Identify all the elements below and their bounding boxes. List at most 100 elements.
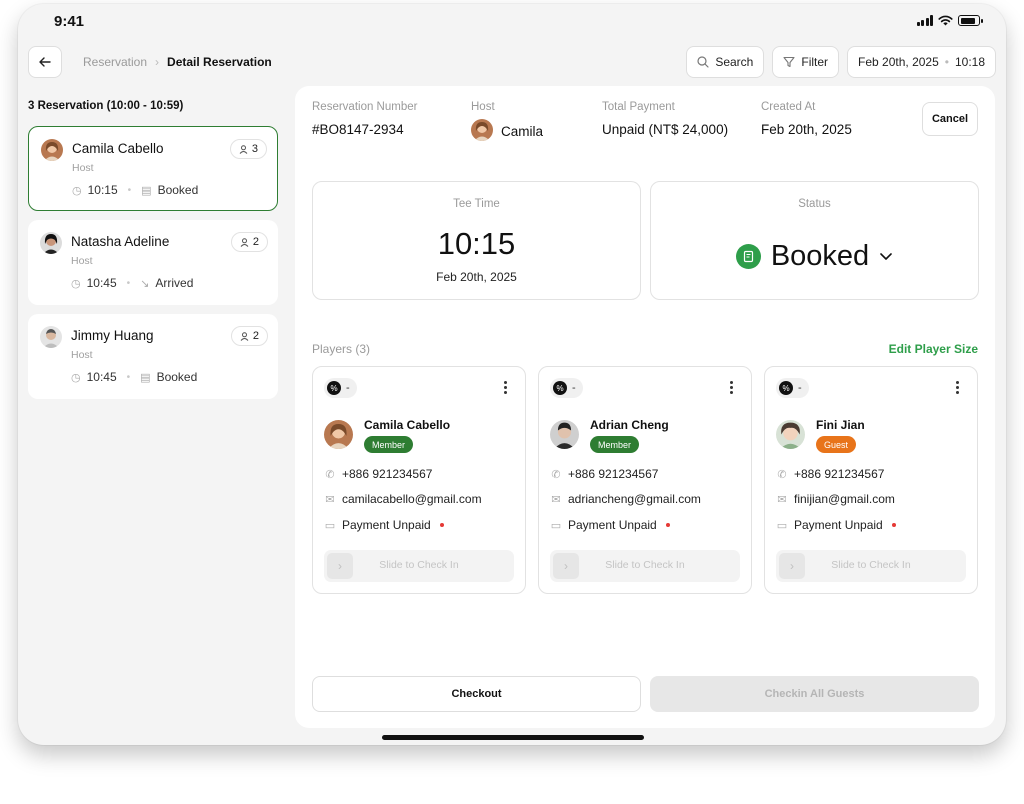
reservation-detail-panel: Reservation Number #BO8147-2934 Host Cam… (295, 86, 995, 728)
mail-icon: ✉ (551, 493, 561, 506)
reservation-meta: ◷ 10:45 • ↘ Arrived (71, 276, 193, 290)
unpaid-indicator (439, 523, 444, 527)
top-bar: Reservation › Detail Reservation Search … (28, 46, 996, 78)
reservation-card-natasha[interactable]: Natasha Adeline Host 2 ◷ 10:45 • ↘ Arriv… (28, 220, 278, 305)
checkin-all-guests-button[interactable]: Checkin All Guests (650, 676, 979, 712)
host-name: Camila (501, 124, 544, 139)
party-size: 2 (252, 236, 259, 248)
created-at-label: Created At (761, 101, 816, 113)
time-label: 10:18 (954, 55, 985, 69)
mail-icon: ✉ (777, 493, 787, 506)
filter-button[interactable]: Filter (772, 46, 840, 78)
separator-dot: • (127, 184, 132, 196)
arrow-left-icon (39, 57, 51, 67)
more-vertical-icon[interactable] (947, 377, 967, 397)
back-button[interactable] (28, 46, 62, 78)
more-vertical-icon[interactable] (721, 377, 741, 397)
slide-label: Slide to Check In (831, 559, 911, 571)
filter-icon (783, 56, 795, 68)
user-icon (239, 144, 248, 154)
player-payment: ▭ Payment Unpaid (324, 518, 444, 532)
percent-icon: % (553, 381, 567, 395)
party-size-badge: 2 (230, 326, 268, 346)
reservation-card-jimmy[interactable]: Jimmy Huang Host 2 ◷ 10:45 • ▤ Booked (28, 314, 278, 399)
status-card[interactable]: Status Booked (650, 181, 979, 300)
checkout-button[interactable]: Checkout (312, 676, 641, 712)
reservation-number-field: Reservation Number #BO8147-2934 (312, 101, 417, 137)
tee-time-value: 10:15 (437, 226, 516, 261)
reservation-meta: ◷ 10:15 • ▤ Booked (72, 183, 198, 197)
total-payment-value: Unpaid (NT$ 24,000) (602, 122, 729, 137)
wallet-icon: ▭ (776, 519, 788, 532)
player-email: ✉ adriancheng@gmail.com (550, 492, 701, 506)
host-value: Camila (471, 119, 544, 141)
percent-icon: % (779, 381, 793, 395)
member-badge: Member (590, 436, 640, 453)
player-payment: ▭ Payment Unpaid (776, 518, 896, 532)
status-icons (916, 15, 983, 26)
wallet-icon: ▭ (550, 519, 562, 532)
unpaid-indicator (665, 523, 670, 527)
party-size-badge: 3 (229, 139, 267, 159)
player-tag[interactable]: % - (324, 378, 357, 398)
player-name: Adrian Cheng (590, 418, 669, 432)
clock-icon: ◷ (72, 184, 82, 197)
more-vertical-icon[interactable] (495, 377, 515, 397)
reservation-time: 10:15 (87, 183, 118, 197)
total-payment-label: Total Payment (602, 101, 675, 113)
players-heading: Players (3) (312, 342, 371, 356)
cancel-button[interactable]: Cancel (922, 102, 978, 136)
party-size: 2 (252, 330, 259, 342)
mail-icon: ✉ (325, 493, 335, 506)
edit-player-size-link[interactable]: Edit Player Size (889, 342, 978, 356)
host-label: Host (471, 101, 495, 113)
reservation-status: Booked (157, 183, 199, 197)
reservation-role: Host (71, 255, 93, 267)
search-label: Search (715, 55, 754, 69)
reservation-card-camila[interactable]: Camila Cabello Host 3 ◷ 10:15 • ▤ Booked (28, 126, 278, 211)
player-payment-value: Payment Unpaid (342, 518, 431, 532)
player-card: % - Fini Jian Guest ✆ +886 921234567 ✉ f… (764, 366, 978, 594)
player-tag-value: - (798, 382, 802, 394)
player-email-value: adriancheng@gmail.com (568, 492, 701, 506)
status-label: Status (798, 198, 831, 210)
reservation-time: 10:45 (86, 276, 117, 290)
player-avatar (776, 420, 805, 449)
phone-icon: ✆ (325, 468, 335, 481)
unpaid-indicator (891, 523, 896, 527)
reservation-list-heading: 3 Reservation (10:00 - 10:59) (28, 100, 184, 112)
percent-icon: % (327, 381, 341, 395)
player-tag[interactable]: % - (776, 378, 809, 398)
player-phone: ✆ +886 921234567 (776, 467, 884, 481)
tee-time-label: Tee Time (453, 198, 500, 210)
host-field: Host Camila (471, 101, 543, 141)
player-card: % - Adrian Cheng Member ✆ +886 921234567… (538, 366, 752, 594)
slide-to-check-in[interactable]: › Slide to Check In (776, 550, 966, 582)
player-payment: ▭ Payment Unpaid (550, 518, 670, 532)
signal-icon (916, 15, 933, 26)
receipt-icon (735, 244, 761, 269)
date-time-button[interactable]: Feb 20th, 2025 • 10:18 (847, 46, 996, 78)
breadcrumb-current: Detail Reservation (167, 55, 272, 69)
slide-label: Slide to Check In (605, 559, 685, 571)
player-avatar (550, 420, 579, 449)
player-tag[interactable]: % - (550, 378, 583, 398)
breadcrumb-reservation[interactable]: Reservation (83, 55, 147, 69)
reservation-number-label: Reservation Number (312, 101, 418, 113)
player-name: Camila Cabello (364, 418, 451, 432)
search-button[interactable]: Search (686, 46, 765, 78)
receipt-icon: ▤ (140, 371, 151, 384)
user-icon (240, 237, 249, 247)
wallet-icon: ▭ (324, 519, 336, 532)
player-phone-value: +886 921234567 (794, 467, 885, 481)
natasha-avatar (40, 232, 62, 254)
clock-icon: ◷ (71, 371, 81, 384)
slide-to-check-in[interactable]: › Slide to Check In (324, 550, 514, 582)
tee-date-value: Feb 20th, 2025 (436, 270, 517, 284)
chevron-down-icon (880, 253, 892, 260)
member-badge: Member (364, 436, 414, 453)
phone-icon: ✆ (551, 468, 561, 481)
status-dropdown[interactable]: Booked (651, 240, 978, 273)
player-email-value: camilacabello@gmail.com (342, 492, 482, 506)
slide-to-check-in[interactable]: › Slide to Check In (550, 550, 740, 582)
